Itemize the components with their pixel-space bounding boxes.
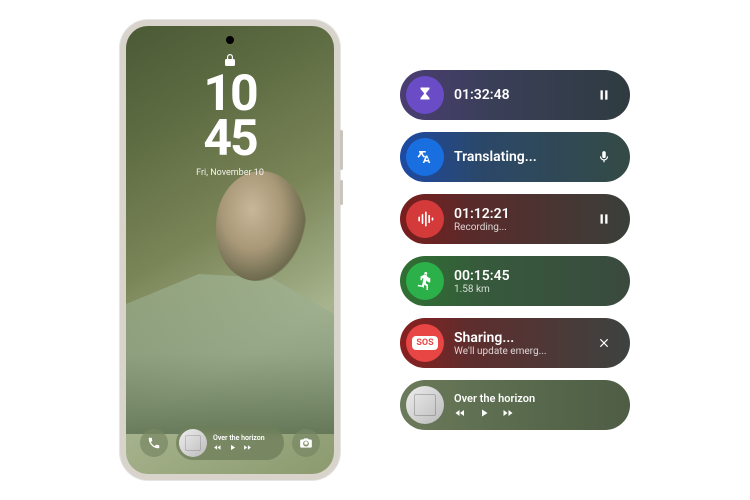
recording-pill[interactable]: 01:12:21 Recording... (400, 194, 630, 244)
pause-button[interactable] (592, 83, 616, 107)
track-title: Over the horizon (213, 434, 276, 442)
sos-sub: We'll update emerg... (454, 346, 592, 357)
phone-screen: 10 45 Fri, November 10 Over the horizon (126, 26, 334, 474)
sos-pill[interactable]: SOS Sharing... We'll update emerg... (400, 318, 630, 368)
music-controls (454, 407, 616, 419)
phone-shortcut-button[interactable] (140, 429, 168, 457)
fitness-time: 00:15:45 (454, 268, 616, 284)
timer-value: 01:32:48 (454, 87, 592, 103)
clock-minutes: 45 (203, 117, 256, 162)
timer-pill[interactable]: 01:32:48 (400, 70, 630, 120)
phone-frame: 10 45 Fri, November 10 Over the horizon (120, 20, 340, 480)
lockscreen-clock: 10 45 (203, 72, 256, 162)
sos-icon: SOS (406, 324, 444, 362)
forward-icon[interactable] (243, 443, 252, 452)
translate-icon (406, 138, 444, 176)
play-icon[interactable] (228, 443, 237, 452)
sos-label: Sharing... (454, 330, 592, 346)
album-art-icon (179, 429, 207, 457)
recording-label: Recording... (454, 222, 592, 233)
fitness-pill[interactable]: 00:15:45 1.58 km (400, 256, 630, 306)
lockscreen-bottom-bar: Over the horizon (126, 426, 334, 460)
running-icon (406, 262, 444, 300)
rewind-icon[interactable] (454, 407, 466, 419)
mini-player-controls (213, 443, 276, 452)
music-pill[interactable]: Over the horizon (400, 380, 630, 430)
pause-button[interactable] (592, 207, 616, 231)
rewind-icon[interactable] (213, 443, 222, 452)
recording-time: 01:12:21 (454, 206, 592, 222)
translate-label: Translating... (454, 149, 592, 165)
recording-icon (406, 200, 444, 238)
camera-shortcut-button[interactable] (292, 429, 320, 457)
close-button[interactable] (592, 331, 616, 355)
live-activity-pills: 01:32:48 Translating... 01:12:21 Recordi… (400, 70, 630, 430)
lockscreen-music-widget[interactable]: Over the horizon (176, 426, 284, 460)
play-icon[interactable] (478, 407, 490, 419)
fitness-distance: 1.58 km (454, 284, 616, 295)
hourglass-icon (406, 76, 444, 114)
album-art-icon (406, 386, 444, 424)
microphone-icon[interactable] (592, 145, 616, 169)
translate-pill[interactable]: Translating... (400, 132, 630, 182)
music-title: Over the horizon (454, 392, 616, 405)
punch-hole-camera (226, 36, 234, 44)
forward-icon[interactable] (502, 407, 514, 419)
lockscreen-date: Fri, November 10 (196, 168, 264, 178)
